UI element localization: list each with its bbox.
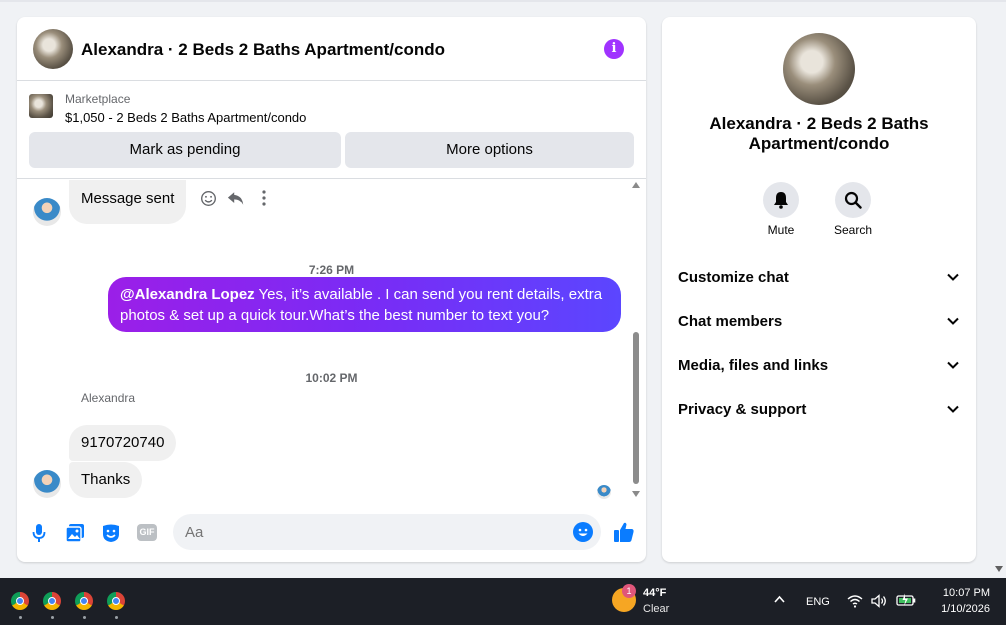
listing-thumbnail[interactable]	[29, 94, 53, 118]
chevron-down-icon	[947, 273, 959, 281]
scroll-down-arrow[interactable]	[632, 491, 640, 497]
wifi-icon[interactable]	[847, 594, 863, 611]
conversation-info-panel: Alexandra · 2 Beds 2 Baths Apartment/con…	[662, 17, 976, 562]
sender-avatar[interactable]	[33, 198, 61, 226]
profile-avatar[interactable]	[783, 33, 855, 105]
chat-panel: Alexandra · 2 Beds 2 Baths Apartment/con…	[17, 17, 646, 562]
language-indicator[interactable]: ENG	[806, 596, 830, 608]
running-indicator	[51, 616, 54, 619]
microphone-icon[interactable]	[29, 523, 49, 543]
chrome-icon[interactable]	[107, 592, 125, 610]
mute-button[interactable]	[763, 182, 799, 218]
sender-avatar[interactable]	[33, 470, 61, 498]
info-icon[interactable]: i	[604, 39, 624, 59]
sticker-icon[interactable]	[101, 523, 121, 543]
chrome-icon[interactable]	[43, 592, 61, 610]
chrome-icon[interactable]	[11, 592, 29, 610]
battery-charging-icon[interactable]	[896, 593, 916, 610]
running-indicator	[115, 616, 118, 619]
marketplace-listing-banner: Marketplace $1,050 - 2 Beds 2 Baths Apar…	[17, 82, 646, 179]
section-media-files-links[interactable]: Media, files and links	[678, 355, 960, 379]
chrome-icon[interactable]	[75, 592, 93, 610]
photo-icon[interactable]	[65, 523, 85, 543]
message-bubble-outgoing[interactable]: @Alexandra Lopez Yes, it’s available . I…	[108, 277, 621, 332]
listing-source: Marketplace	[65, 92, 131, 106]
search-label: Search	[833, 223, 873, 237]
gif-icon[interactable]: GIF	[137, 524, 157, 541]
section-privacy-support[interactable]: Privacy & support	[678, 399, 960, 423]
weather-condition[interactable]: Clear	[643, 603, 669, 615]
seen-indicator-avatar	[597, 485, 611, 499]
page-scroll-down-arrow[interactable]	[995, 566, 1003, 572]
show-hidden-icons-chevron-icon[interactable]	[773, 593, 786, 609]
chat-title[interactable]: Alexandra · 2 Beds 2 Baths Apartment/con…	[81, 40, 445, 60]
volume-icon[interactable]	[871, 594, 887, 611]
mark-as-pending-button[interactable]: Mark as pending	[29, 132, 341, 168]
message-input[interactable]	[173, 514, 601, 550]
thumbs-up-icon[interactable]	[613, 521, 635, 543]
message-scrollbar[interactable]	[630, 180, 642, 505]
reply-icon[interactable]	[226, 190, 246, 212]
message-timestamp: 10:02 PM	[305, 371, 358, 385]
listing-summary[interactable]: $1,050 - 2 Beds 2 Baths Apartment/condo	[65, 110, 306, 125]
section-customize-chat[interactable]: Customize chat	[678, 267, 960, 291]
scroll-up-arrow[interactable]	[632, 182, 640, 188]
message-bubble-incoming[interactable]: 9170720740	[69, 425, 177, 461]
more-options-button[interactable]: More options	[345, 132, 634, 168]
sender-name: Alexandra	[81, 391, 136, 405]
chevron-down-icon	[947, 405, 959, 413]
chat-header: Alexandra · 2 Beds 2 Baths Apartment/con…	[17, 17, 646, 81]
search-button[interactable]	[835, 182, 871, 218]
more-actions-icon[interactable]	[254, 190, 274, 211]
message-composer: GIF	[17, 509, 646, 557]
emoji-icon[interactable]	[573, 522, 593, 542]
running-indicator	[19, 616, 22, 619]
clock-time[interactable]: 10:07 PM	[932, 587, 990, 599]
section-chat-members[interactable]: Chat members	[678, 311, 960, 335]
message-bubble-incoming[interactable]: Message sent	[69, 180, 187, 224]
scrollbar-thumb[interactable]	[633, 332, 639, 484]
message-timestamp: 7:26 PM	[308, 263, 355, 277]
weather-notification-badge: 1	[622, 584, 636, 598]
weather-temperature[interactable]: 44°F	[643, 587, 666, 599]
mention-link[interactable]: @Alexandra Lopez	[120, 286, 255, 303]
react-icon[interactable]	[198, 190, 218, 212]
chevron-down-icon	[947, 317, 959, 325]
mute-label: Mute	[767, 223, 795, 237]
conversation-avatar[interactable]	[33, 29, 73, 69]
running-indicator	[83, 616, 86, 619]
clock-date[interactable]: 1/10/2026	[928, 603, 990, 615]
window-top-border	[0, 0, 1006, 2]
message-bubble-incoming[interactable]: Thanks	[69, 462, 143, 498]
profile-name: Alexandra · 2 Beds 2 Baths Apartment/con…	[709, 114, 929, 153]
chevron-down-icon	[947, 361, 959, 369]
taskbar: 1 44°F Clear ENG 10:07 PM 1/10/2026	[0, 578, 1006, 625]
message-list: Message sent 7:26 PM @Alexandra Lopez Ye…	[17, 180, 646, 505]
